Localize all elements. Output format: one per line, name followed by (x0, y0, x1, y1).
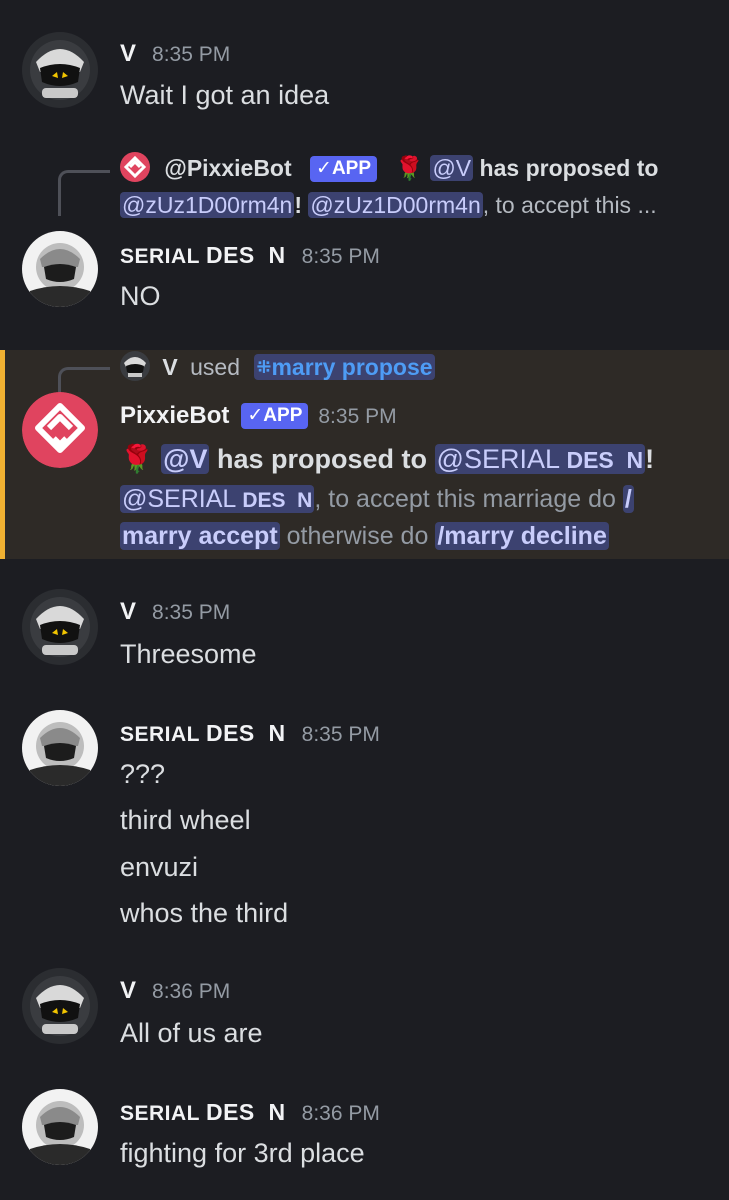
robot-avatar-icon (22, 968, 98, 1044)
app-grid-icon: ⁜ (256, 357, 272, 378)
app-badge: ✓APP (241, 402, 309, 429)
reply-bang: ! (294, 192, 303, 218)
reply-text: has proposed to (473, 155, 659, 182)
timestamp: 8:35 PM (301, 245, 380, 268)
bang: ! (645, 444, 655, 474)
slash-command-chip[interactable]: ⁜marry propose (254, 354, 435, 381)
mention-v[interactable]: @V (430, 155, 474, 182)
rose-emoji: 🌹 (395, 155, 425, 182)
proposed-text: has proposed to (217, 444, 428, 474)
mention-serial-2[interactable]: @SERIAL DES N (120, 485, 315, 513)
slash-prefix[interactable]: / (622, 485, 634, 513)
timestamp: 8:35 PM (318, 405, 397, 428)
reply-preview-line2: @zUz1D00rm4n! @zUz1D00rm4n, to accept th… (120, 192, 657, 219)
command-name: marry propose (271, 354, 433, 381)
rose-emoji: 🌹 (120, 444, 154, 474)
serial-avatar-icon (22, 231, 98, 307)
serial-avatar-icon (22, 1089, 98, 1165)
decline-command[interactable]: /marry decline (435, 522, 609, 550)
mention-zuz-2[interactable]: @zUz1D00rm4n (308, 192, 483, 218)
avatar-serial[interactable] (22, 710, 98, 786)
command-used-line[interactable]: V used ⁜marry propose (120, 351, 435, 384)
message-text: Threesome (120, 639, 257, 669)
message-text: ??? (120, 759, 166, 789)
avatar-v[interactable] (22, 968, 98, 1044)
avatar-v[interactable] (22, 32, 98, 108)
author-name[interactable]: V (120, 598, 136, 626)
used-word: used (190, 354, 240, 381)
timestamp: 8:36 PM (152, 980, 231, 1003)
author-name[interactable]: V (120, 40, 136, 68)
author-name[interactable]: V (120, 977, 136, 1005)
timestamp: 8:35 PM (152, 43, 231, 66)
author-name[interactable]: SERIAL DES N (120, 242, 286, 269)
accept-command[interactable]: marry accept (120, 522, 280, 550)
mention-v[interactable]: @V (161, 444, 210, 474)
message-text: NO (120, 281, 161, 311)
avatar-serial[interactable] (22, 1089, 98, 1165)
proposal-line-1: 🌹 @V has proposed to @SERIAL DES N! (120, 443, 654, 475)
timestamp: 8:36 PM (301, 1102, 380, 1125)
avatar-serial[interactable] (22, 231, 98, 307)
message-text: fighting for 3rd place (120, 1138, 365, 1168)
author-name[interactable]: SERIAL DES N (120, 720, 286, 747)
avatar-v[interactable] (22, 589, 98, 665)
author-name[interactable]: SERIAL DES N (120, 1099, 286, 1126)
pixxiebot-mini-icon (120, 152, 150, 182)
proposal-line-3: marry accept otherwise do /marry decline (120, 522, 609, 551)
proposal-line-2: @SERIAL DES N, to accept this marriage d… (120, 485, 634, 514)
robot-avatar-icon (22, 32, 98, 108)
reply-connector (58, 170, 110, 216)
reply-author[interactable]: @PixxieBot (164, 155, 291, 181)
mention-serial[interactable]: @SERIAL DES N (434, 444, 646, 474)
app-badge: ✓APP (310, 155, 378, 182)
timestamp: 8:35 PM (301, 723, 380, 746)
otherwise-text: otherwise do (286, 522, 429, 550)
robot-avatar-icon (22, 589, 98, 665)
reply-preview[interactable]: @PixxieBot ✓APP 🌹 @V has proposed to (120, 152, 659, 185)
author-name[interactable]: PixxieBot (120, 402, 229, 430)
v-mini-avatar-icon (120, 351, 150, 381)
avatar-pixxiebot[interactable] (22, 392, 98, 468)
message-text: All of us are (120, 1018, 263, 1048)
message-text: envuzi (120, 852, 199, 882)
serial-avatar-icon (22, 710, 98, 786)
used-author[interactable]: V (162, 354, 177, 380)
timestamp: 8:35 PM (152, 601, 231, 624)
message-text: Wait I got an idea (120, 80, 330, 110)
proposal-text: , to accept this marriage do (314, 485, 616, 513)
reply-text-2: , to accept this ... (482, 192, 657, 218)
mention-zuz[interactable]: @zUz1D00rm4n (120, 192, 295, 218)
message-text: whos the third (120, 898, 289, 928)
pixxiebot-logo-icon (22, 392, 98, 468)
message-text: third wheel (120, 805, 251, 835)
